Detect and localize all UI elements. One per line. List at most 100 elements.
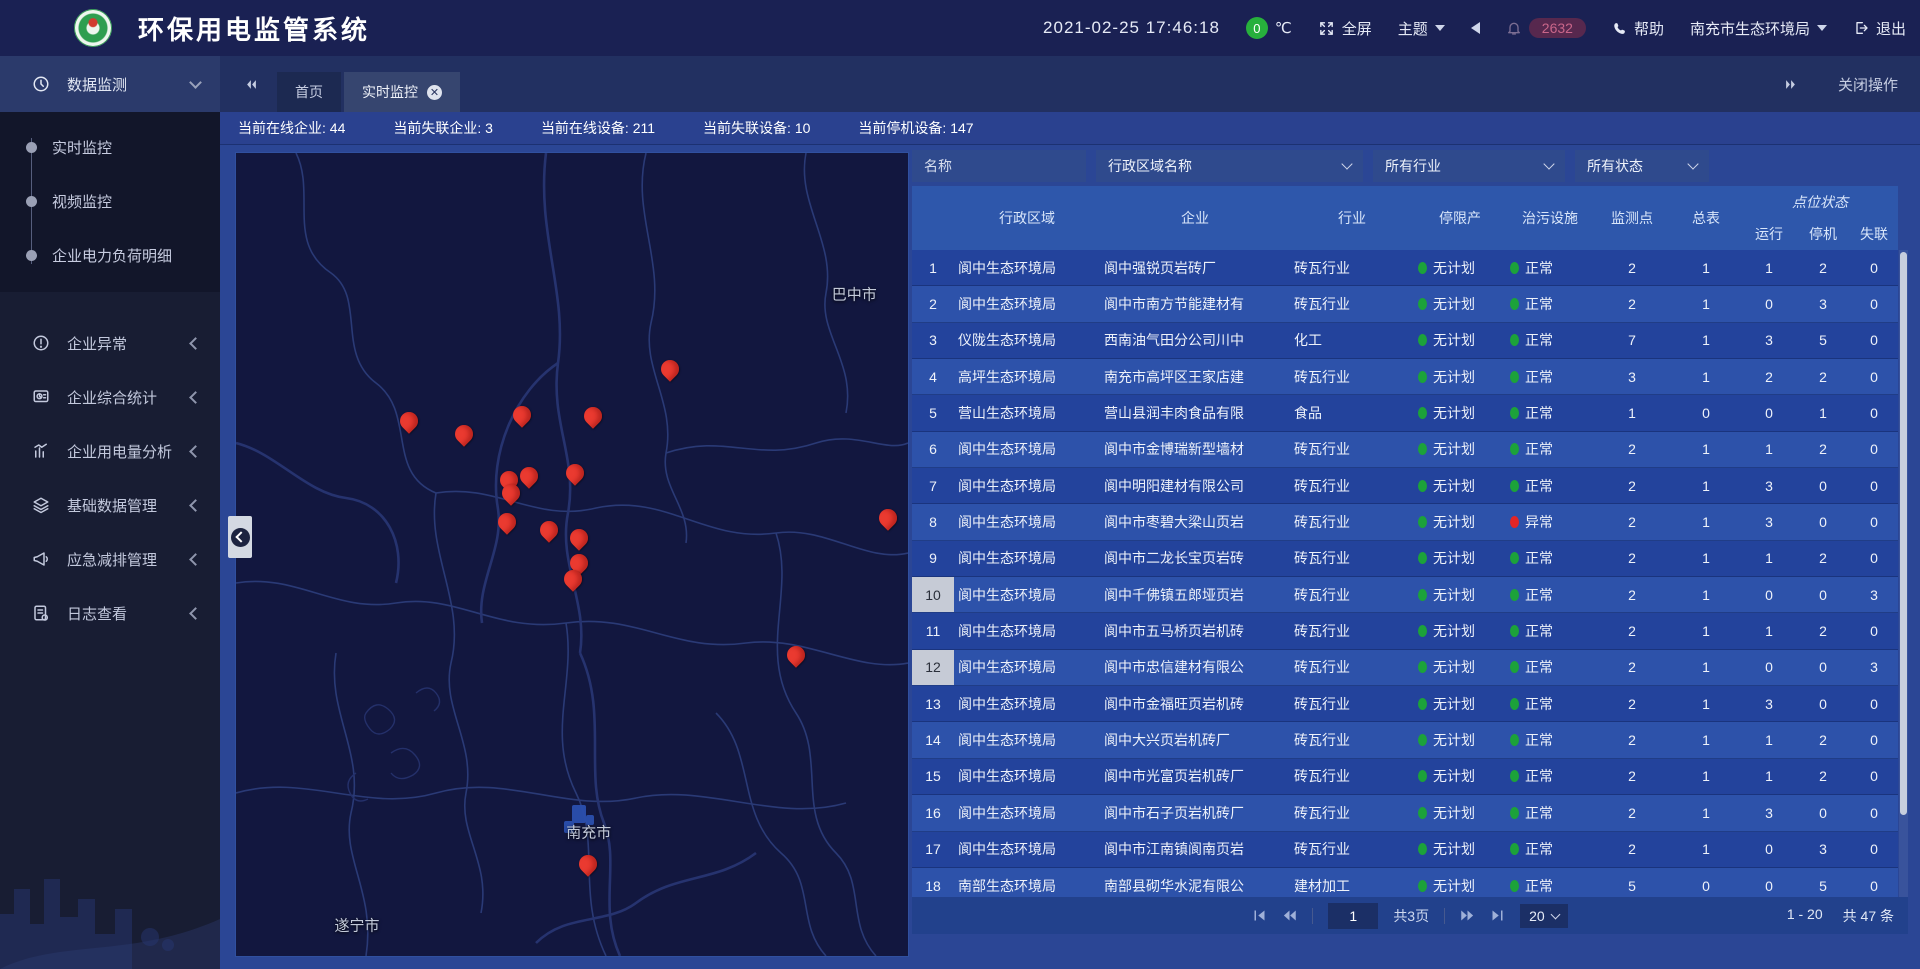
table-row[interactable]: 8阆中生态环境局阆中市枣碧大梁山页岩砖瓦行业无计划异常21300 (912, 504, 1898, 540)
next-page-icon[interactable] (1460, 908, 1475, 923)
stat-label: 当前失联设备: (703, 120, 795, 136)
org-dropdown[interactable]: 南充市生态环境局 (1690, 18, 1827, 39)
industry-select[interactable]: 所有行业 (1373, 150, 1565, 182)
datetime-label: 2021-02-25 17:46:18 (1043, 18, 1220, 38)
cell-facility-status: 正常 (1506, 323, 1594, 358)
tab-label: 首页 (295, 82, 323, 102)
cell-facility-status: 正常 (1506, 286, 1594, 321)
cell-lost: 0 (1850, 468, 1898, 503)
fullscreen-button[interactable]: 全屏 (1318, 18, 1372, 39)
table-row[interactable]: 5营山生态环境局营山县润丰肉食品有限食品无计划正常10010 (912, 395, 1898, 431)
cell-lost: 0 (1850, 250, 1898, 285)
status-dot-icon (1418, 480, 1427, 492)
sidebar-item-4[interactable]: 企业用电量分析 (0, 424, 220, 478)
table-row[interactable]: 2阆中生态环境局阆中市南方节能建材有砖瓦行业无计划正常21030 (912, 286, 1898, 322)
col-subheader-停机[interactable]: 停机 (1796, 218, 1850, 250)
fullscreen-label: 全屏 (1342, 18, 1372, 39)
sidebar-subitem-实时监控[interactable]: 实时监控 (0, 120, 220, 174)
col-group-label: 点位状态 (1742, 186, 1898, 218)
page-number-input[interactable] (1328, 903, 1378, 929)
sidebar-item-label: 企业异常 (67, 333, 174, 354)
table-row[interactable]: 10阆中生态环境局阆中千佛镇五郎垭页岩砖瓦行业无计划正常21003 (912, 577, 1898, 613)
cell-total-meters: 1 (1670, 795, 1742, 830)
notification-widget[interactable]: 2632 (1506, 18, 1586, 38)
bell-icon (1506, 20, 1522, 36)
tab-首页[interactable]: 首页 (277, 72, 341, 112)
dbl-right-icon[interactable] (1783, 77, 1798, 92)
fullscreen-icon (1318, 20, 1335, 37)
cell-stopped: 5 (1796, 868, 1850, 897)
help-button[interactable]: 帮助 (1612, 18, 1664, 39)
col-header-总表[interactable]: 总表 (1670, 186, 1742, 250)
col-header-行政区域[interactable]: 行政区域 (954, 186, 1100, 250)
table-row[interactable]: 3仪陇生态环境局西南油气田分公司川中化工无计划正常71350 (912, 323, 1898, 359)
marquee-toggle-button[interactable] (1471, 22, 1480, 34)
dbl-left-icon[interactable] (244, 77, 259, 92)
col-header-治污设施[interactable]: 治污设施 (1506, 186, 1594, 250)
col-header-行业[interactable]: 行业 (1290, 186, 1414, 250)
cell-monitor-points: 2 (1594, 250, 1670, 285)
sidebar-item-1[interactable]: 数据监测 (0, 56, 220, 112)
cell-limit-status: 无计划 (1414, 286, 1506, 321)
status-dot-icon (1418, 371, 1427, 383)
stat-value: 10 (795, 120, 811, 136)
sidebar-subitem-视频监控[interactable]: 视频监控 (0, 174, 220, 228)
cell-company: 西南油气田分公司川中 (1100, 323, 1290, 358)
col-header-企业[interactable]: 企业 (1100, 186, 1290, 250)
last-page-icon[interactable] (1490, 908, 1505, 923)
table-row[interactable]: 6阆中生态环境局阆中市金博瑞新型墙材砖瓦行业无计划正常21120 (912, 432, 1898, 468)
cell-total-meters: 1 (1670, 286, 1742, 321)
col-subheader-运行[interactable]: 运行 (1742, 218, 1796, 250)
sidebar-item-2[interactable]: 企业异常 (0, 316, 220, 370)
logout-button[interactable]: 退出 (1853, 18, 1906, 39)
tab-实时监控[interactable]: 实时监控 ✕ (344, 72, 460, 112)
cell-limit-status: 无计划 (1414, 359, 1506, 394)
table-row[interactable]: 16阆中生态环境局阆中市石子页岩机砖厂砖瓦行业无计划正常21300 (912, 795, 1898, 831)
first-page-icon[interactable] (1252, 908, 1267, 923)
col-header-停限产[interactable]: 停限产 (1414, 186, 1506, 250)
map-panel-collapse-button[interactable] (228, 516, 252, 558)
sidebar-item-5[interactable]: 基础数据管理 (0, 478, 220, 532)
table-row[interactable]: 4高坪生态环境局南充市高坪区王家店建砖瓦行业无计划正常31220 (912, 359, 1898, 395)
table-scrollbar-thumb[interactable] (1900, 252, 1907, 815)
cell-index: 16 (912, 795, 954, 830)
cell-region: 高坪生态环境局 (954, 359, 1100, 394)
col-header-监测点[interactable]: 监测点 (1594, 186, 1670, 250)
stat-item: 当前在线设备: 211 (541, 118, 655, 138)
table-row[interactable]: 13阆中生态环境局阆中市金福旺页岩机砖砖瓦行业无计划正常21300 (912, 686, 1898, 722)
table-row[interactable]: 18南部生态环境局南部县砌华水泥有限公建材加工无计划正常50050 (912, 868, 1898, 897)
tab-close-icon[interactable]: ✕ (427, 85, 442, 100)
stat-value: 3 (485, 120, 493, 136)
sidebar-subitem-企业电力负荷明细[interactable]: 企业电力负荷明细 (0, 228, 220, 282)
table-row[interactable]: 9阆中生态环境局阆中市二龙长宝页岩砖砖瓦行业无计划正常21120 (912, 541, 1898, 577)
name-search-input[interactable] (912, 150, 1086, 182)
tab-label: 实时监控 (362, 82, 418, 102)
close-operations-dropdown[interactable]: 关闭操作 (1838, 74, 1898, 95)
col-subheader-失联[interactable]: 失联 (1850, 218, 1898, 250)
table-row[interactable]: 14阆中生态环境局阆中大兴页岩机砖厂砖瓦行业无计划正常21120 (912, 722, 1898, 758)
cell-region: 阆中生态环境局 (954, 577, 1100, 612)
table-row[interactable]: 1阆中生态环境局阆中强锐页岩砖厂砖瓦行业无计划正常21120 (912, 250, 1898, 286)
prev-page-icon[interactable] (1282, 908, 1297, 923)
table-row[interactable]: 15阆中生态环境局阆中市光富页岩机砖厂砖瓦行业无计划正常21120 (912, 759, 1898, 795)
table-row[interactable]: 17阆中生态环境局阆中市江南镇阆南页岩砖瓦行业无计划正常21030 (912, 832, 1898, 868)
cell-index: 2 (912, 286, 954, 321)
facility-status-text: 正常 (1525, 876, 1553, 896)
region-select[interactable]: 行政区域名称 (1096, 150, 1363, 182)
sidebar-item-7[interactable]: 日志查看 (0, 586, 220, 640)
cell-monitor-points: 2 (1594, 577, 1670, 612)
table-row[interactable]: 7阆中生态环境局阆中明阳建材有限公司砖瓦行业无计划正常21300 (912, 468, 1898, 504)
cell-monitor-points: 7 (1594, 323, 1670, 358)
sidebar-item-6[interactable]: 应急减排管理 (0, 532, 220, 586)
chevron-left-icon (189, 499, 202, 512)
status-select[interactable]: 所有状态 (1575, 150, 1709, 182)
table-row[interactable]: 12阆中生态环境局阆中市忠信建材有限公砖瓦行业无计划正常21003 (912, 650, 1898, 686)
chevron-down-icon (1687, 158, 1698, 169)
cell-index: 14 (912, 722, 954, 757)
theme-dropdown[interactable]: 主题 (1398, 18, 1445, 39)
page-size-select[interactable]: 20 (1520, 904, 1568, 928)
cell-limit-status: 无计划 (1414, 686, 1506, 721)
table-row[interactable]: 11阆中生态环境局阆中市五马桥页岩机砖砖瓦行业无计划正常21120 (912, 613, 1898, 649)
map-canvas[interactable]: 巴中市南充市遂宁市 (235, 152, 909, 957)
sidebar-item-3[interactable]: 企业综合统计 (0, 370, 220, 424)
